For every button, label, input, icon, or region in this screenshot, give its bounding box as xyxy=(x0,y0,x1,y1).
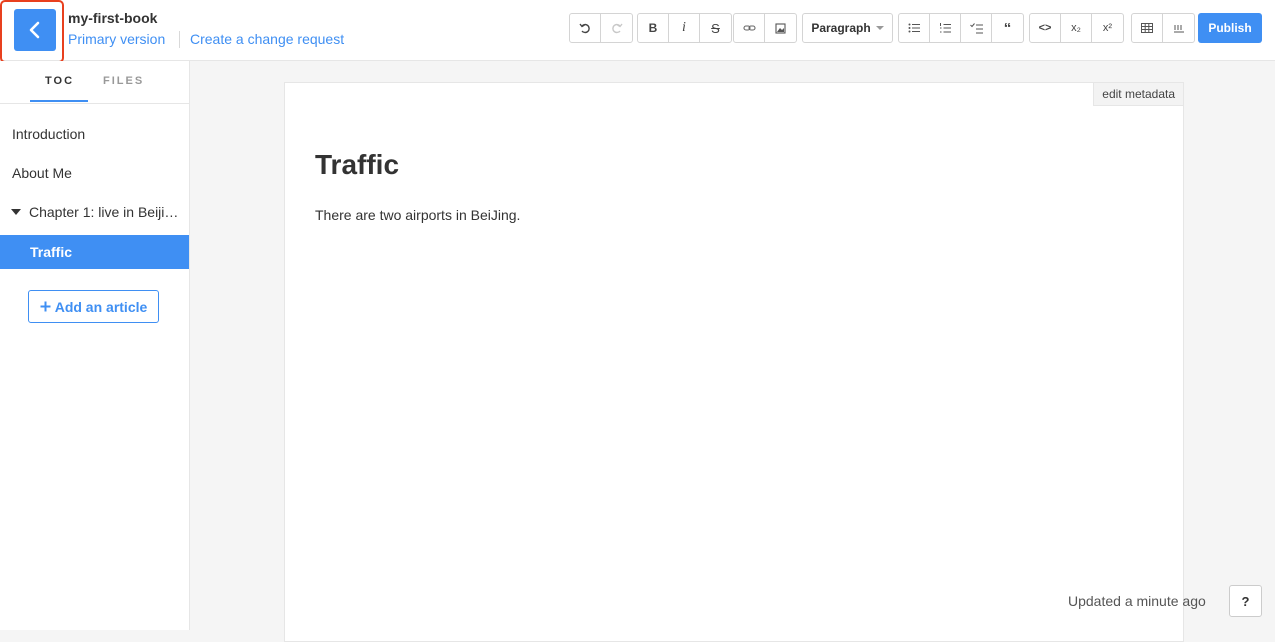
publish-button[interactable]: Publish xyxy=(1198,13,1262,43)
format-group: B i S xyxy=(637,13,732,43)
add-article-label: Add an article xyxy=(54,298,148,315)
table-button[interactable] xyxy=(1132,14,1163,42)
extra-group xyxy=(1131,13,1195,43)
subscript-icon: x₂ xyxy=(1071,22,1081,34)
redo-button[interactable] xyxy=(601,14,632,42)
divider xyxy=(179,31,180,48)
numbered-list-button[interactable] xyxy=(930,14,961,42)
toc-item-about-me[interactable]: About Me xyxy=(0,156,189,190)
toc-item-introduction[interactable]: Introduction xyxy=(0,117,189,151)
sidebar-tabs: TOC FILES xyxy=(0,61,189,104)
toc-item-label: Traffic xyxy=(30,244,73,260)
link-icon xyxy=(742,25,756,31)
strikethrough-icon: S xyxy=(711,20,720,36)
math-icon xyxy=(1173,25,1184,33)
expand-triangle-icon[interactable] xyxy=(11,209,21,215)
toc-item-traffic[interactable]: Traffic xyxy=(0,235,189,269)
numbered-list-icon xyxy=(940,22,951,32)
paragraph-style-label: Paragraph xyxy=(811,21,871,35)
strikethrough-button[interactable]: S xyxy=(700,14,731,42)
superscript-button[interactable]: x² xyxy=(1092,14,1123,42)
subscript-button[interactable]: x₂ xyxy=(1061,14,1092,42)
insert-group xyxy=(733,13,797,43)
image-icon xyxy=(775,22,786,34)
article-title[interactable]: Traffic xyxy=(315,149,399,181)
plus-icon xyxy=(40,301,51,312)
bullet-list-button[interactable] xyxy=(899,14,930,42)
primary-version-link[interactable]: Primary version xyxy=(68,31,165,47)
edit-metadata-button[interactable]: edit metadata xyxy=(1093,83,1183,106)
app-header: my-first-book Primary version Create a c… xyxy=(0,0,1275,63)
toc-item-chapter-1[interactable]: Chapter 1: live in Beiji… xyxy=(0,195,189,229)
caret-down-icon xyxy=(875,26,884,30)
inline-group: <> x₂ x² xyxy=(1029,13,1124,43)
table-icon xyxy=(1141,23,1153,33)
italic-icon: i xyxy=(682,20,686,35)
article-body[interactable]: There are two airports in BeiJing. xyxy=(315,207,520,223)
back-button[interactable] xyxy=(14,9,56,51)
code-button[interactable]: <> xyxy=(1030,14,1061,42)
quote-icon: “ xyxy=(1003,19,1012,37)
superscript-icon: x² xyxy=(1102,22,1113,34)
bold-button[interactable]: B xyxy=(638,14,669,42)
toc-item-label: Introduction xyxy=(12,126,86,142)
block-group: “ xyxy=(898,13,1024,43)
italic-button[interactable]: i xyxy=(669,14,700,42)
tab-files[interactable]: FILES xyxy=(103,75,144,87)
sidebar: TOC FILES Introduction About Me Chapter … xyxy=(0,61,190,630)
link-button[interactable] xyxy=(734,14,765,42)
code-icon: <> xyxy=(1038,22,1052,34)
task-list-button[interactable] xyxy=(961,14,992,42)
chevron-left-icon xyxy=(29,21,40,39)
create-change-request-link[interactable]: Create a change request xyxy=(190,31,344,47)
undo-icon xyxy=(579,23,590,34)
image-button[interactable] xyxy=(765,14,796,42)
history-group xyxy=(569,13,633,43)
undo-button[interactable] xyxy=(570,14,601,42)
bullet-list-icon xyxy=(908,23,920,33)
toc-item-label: Chapter 1: live in Beiji… xyxy=(29,204,179,220)
tab-toc[interactable]: TOC xyxy=(45,75,74,87)
redo-icon xyxy=(611,23,623,34)
add-article-button[interactable]: Add an article xyxy=(28,290,159,323)
active-tab-indicator xyxy=(30,100,88,102)
math-button[interactable] xyxy=(1163,14,1194,42)
bold-icon: B xyxy=(648,21,658,35)
book-title: my-first-book xyxy=(68,10,158,26)
updated-status: Updated a minute ago xyxy=(1068,593,1206,609)
help-button[interactable]: ? xyxy=(1229,585,1262,617)
editor-page[interactable]: edit metadata Traffic There are two airp… xyxy=(284,82,1184,642)
quote-button[interactable]: “ xyxy=(992,14,1023,42)
task-list-icon xyxy=(969,22,983,33)
paragraph-style-dropdown[interactable]: Paragraph xyxy=(802,13,893,43)
toc-item-label: About Me xyxy=(12,165,72,181)
